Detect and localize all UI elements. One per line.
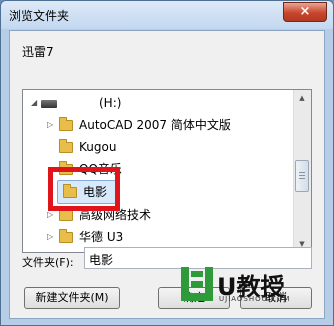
scroll-up-icon[interactable]: ▲ <box>294 90 310 106</box>
dialog-description: 迅雷7 <box>22 45 54 59</box>
tree-item-kugou[interactable]: Kugou <box>23 136 293 158</box>
watermark-logo: U教授 UJIAOSHOU.COM <box>179 263 307 311</box>
tree-item-label: 华德 U3 <box>79 230 124 244</box>
title-bar[interactable]: 浏览文件夹 × <box>1 1 333 29</box>
tree-item-autocad[interactable]: ▷ AutoCAD 2007 简体中文版 <box>23 114 293 136</box>
folder-field-label: 文件夹(F): <box>22 256 74 269</box>
watermark-emblem-icon <box>181 267 213 301</box>
red-highlight-box <box>48 167 120 211</box>
close-icon: × <box>299 4 311 19</box>
expand-arrow-icon[interactable]: ▷ <box>47 114 53 136</box>
tree-item-u3[interactable]: ▷ 华德 U3 <box>23 226 293 248</box>
expand-arrow-icon[interactable]: ◢ <box>31 92 37 114</box>
folder-icon <box>59 139 73 153</box>
drive-label: (H:) <box>99 96 122 110</box>
folder-icon <box>59 229 73 243</box>
tree-item-drive[interactable]: ◢ (H:) <box>23 92 293 114</box>
drive-icon <box>41 100 57 108</box>
folder-icon <box>59 117 73 131</box>
watermark-subtext: UJIAOSHOU.COM <box>219 295 291 303</box>
tree-item-label: Kugou <box>79 140 117 154</box>
tree-item-label: AutoCAD 2007 简体中文版 <box>79 118 231 132</box>
folder-icon <box>59 207 73 221</box>
window-title: 浏览文件夹 <box>9 9 70 23</box>
expand-arrow-icon[interactable]: ▷ <box>47 226 53 248</box>
new-folder-button[interactable]: 新建文件夹(M) <box>24 287 120 309</box>
redacted-label <box>61 94 97 111</box>
close-button[interactable]: × <box>283 2 327 22</box>
tree-scrollbar[interactable]: ▲ ▼ <box>293 90 311 252</box>
scroll-thumb[interactable] <box>295 160 309 192</box>
browse-folder-dialog: 浏览文件夹 × 迅雷7 ◢ (H:) ▷ AutoCAD 2007 简体中文版 <box>0 0 334 326</box>
